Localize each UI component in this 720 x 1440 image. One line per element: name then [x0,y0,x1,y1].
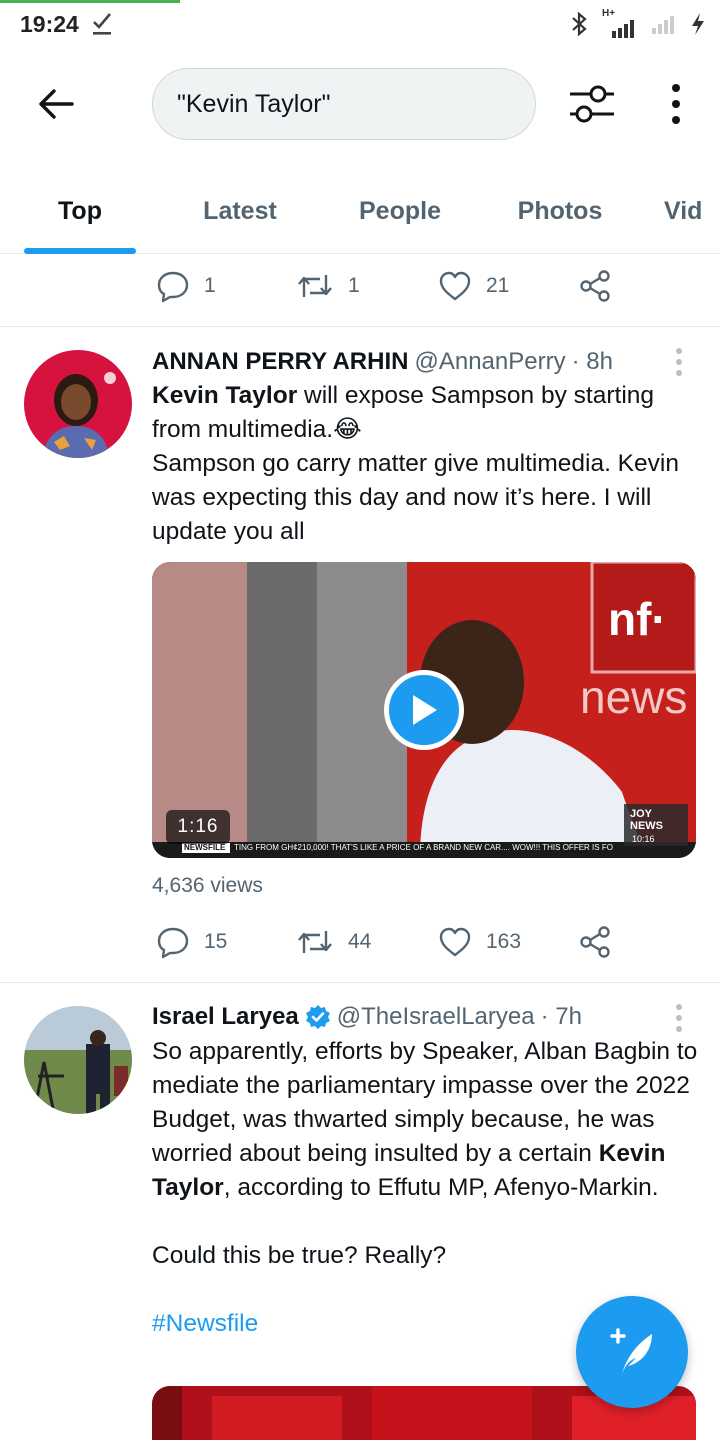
reply-count: 15 [204,930,228,953]
play-icon [413,695,437,725]
retweet-count: 1 [348,274,360,297]
dot-icon [672,116,680,124]
share-button[interactable] [578,922,612,962]
dot-icon [676,359,682,365]
reply-button[interactable]: 15 [156,922,227,962]
page-load-progress [0,0,180,3]
reply-count: 1 [204,274,216,297]
search-filter-button[interactable] [566,80,618,128]
status-time: 19:24 [20,11,79,37]
active-tab-indicator [24,248,136,254]
play-button[interactable] [384,670,464,750]
download-done-icon [93,13,111,35]
back-button[interactable] [30,78,82,130]
sliders-icon [570,85,614,123]
dot-icon [676,370,682,376]
tweet-actions: 15 44 163 [152,922,652,962]
retweet-button[interactable]: 44 [296,922,371,962]
reply-icon [157,271,189,303]
tweet-header: ANNAN PERRY ARHIN @AnnanPerry · 8h [152,345,613,379]
reply-icon [157,927,189,959]
retweet-icon [298,931,332,953]
video-duration: 1:16 [166,810,230,844]
corner-logo: JOY NEWS [630,808,663,832]
author-handle[interactable]: @TheIsraelLaryea [337,1003,535,1031]
tweet-actions: 1 1 21 [152,266,652,306]
tweet-text-part: Could this be true? Really? [152,1242,447,1269]
share-icon [580,270,610,302]
avatar-image [24,1006,132,1114]
tab-latest[interactable]: Latest [180,168,300,254]
like-button[interactable]: 21 [438,266,509,306]
channel-logo: nf· [608,593,667,645]
dot-icon [676,348,682,354]
retweet-icon [298,275,332,297]
arrow-left-icon [39,89,74,119]
tab-photos[interactable]: Photos [500,168,620,254]
dot-icon [676,1026,682,1032]
tweet-time: · 8h [571,348,613,375]
dot-icon [676,1015,682,1021]
retweet-count: 44 [348,930,372,953]
like-button[interactable]: 163 [438,922,521,962]
compose-tweet-button[interactable] [576,1296,688,1408]
tweet-header: Israel Laryea @TheIsraelLaryea · 7h [152,1000,582,1034]
highlighted-query: Kevin Taylor [152,382,298,409]
overflow-menu-button[interactable] [660,80,692,128]
charging-icon [692,13,704,35]
tweet-time: · 7h [540,1003,582,1030]
tweet-divider [0,326,720,327]
signal-strength-icon: H+ [600,8,640,38]
tab-top[interactable]: Top [24,168,136,254]
dot-icon [676,1004,682,1010]
video-player[interactable]: nf· news JOY NEWS 10:16 NEWSFILE TING FR… [152,562,696,858]
tab-videos[interactable]: Vid [664,168,720,254]
tweet-menu-button[interactable] [676,1004,684,1032]
share-button[interactable] [578,266,612,306]
avatar[interactable] [24,1006,132,1114]
avatar[interactable] [24,350,132,458]
tweet-divider [0,982,720,983]
bluetooth-icon [572,11,587,37]
ticker-label: NEWSFILE [184,843,226,852]
heart-icon [439,927,471,957]
tab-people[interactable]: People [340,168,460,254]
compose-feather-icon [610,1328,652,1374]
tweet-text-part: Sampson go carry matter give multimedia.… [152,450,679,545]
tweet-text: So apparently, efforts by Speaker, Alban… [152,1035,700,1341]
retweet-button[interactable]: 1 [296,266,360,306]
tweet-menu-button[interactable] [676,348,684,376]
signal-strength-2-icon [652,16,674,34]
ticker-text: TING FROM GH¢210,000! THAT'S LIKE A PRIC… [234,843,613,852]
heart-icon [439,271,471,301]
author-name[interactable]: Israel Laryea [152,1003,299,1031]
search-tabs: Top Latest People Photos Vid [0,168,720,254]
dot-icon [672,84,680,92]
channel-wordmark: news [580,671,688,723]
tweet-text: Kevin Taylor will expose Sampson by star… [152,379,700,549]
verified-badge-icon [305,1005,330,1029]
status-bar: 19:24 H+ [0,0,720,50]
like-count: 21 [486,274,510,297]
like-count: 163 [486,930,522,953]
author-name[interactable]: ANNAN PERRY ARHIN [152,348,408,376]
view-count: 4,636 views [152,874,263,897]
share-icon [580,926,610,958]
reply-button[interactable]: 1 [156,266,216,306]
author-handle[interactable]: @AnnanPerry [414,348,565,376]
dot-icon [672,100,680,108]
avatar-image [24,350,132,458]
tweet-text-part: , according to Effutu MP, Afenyo-Markin. [223,1174,659,1201]
search-input[interactable]: "Kevin Taylor" [152,68,536,140]
